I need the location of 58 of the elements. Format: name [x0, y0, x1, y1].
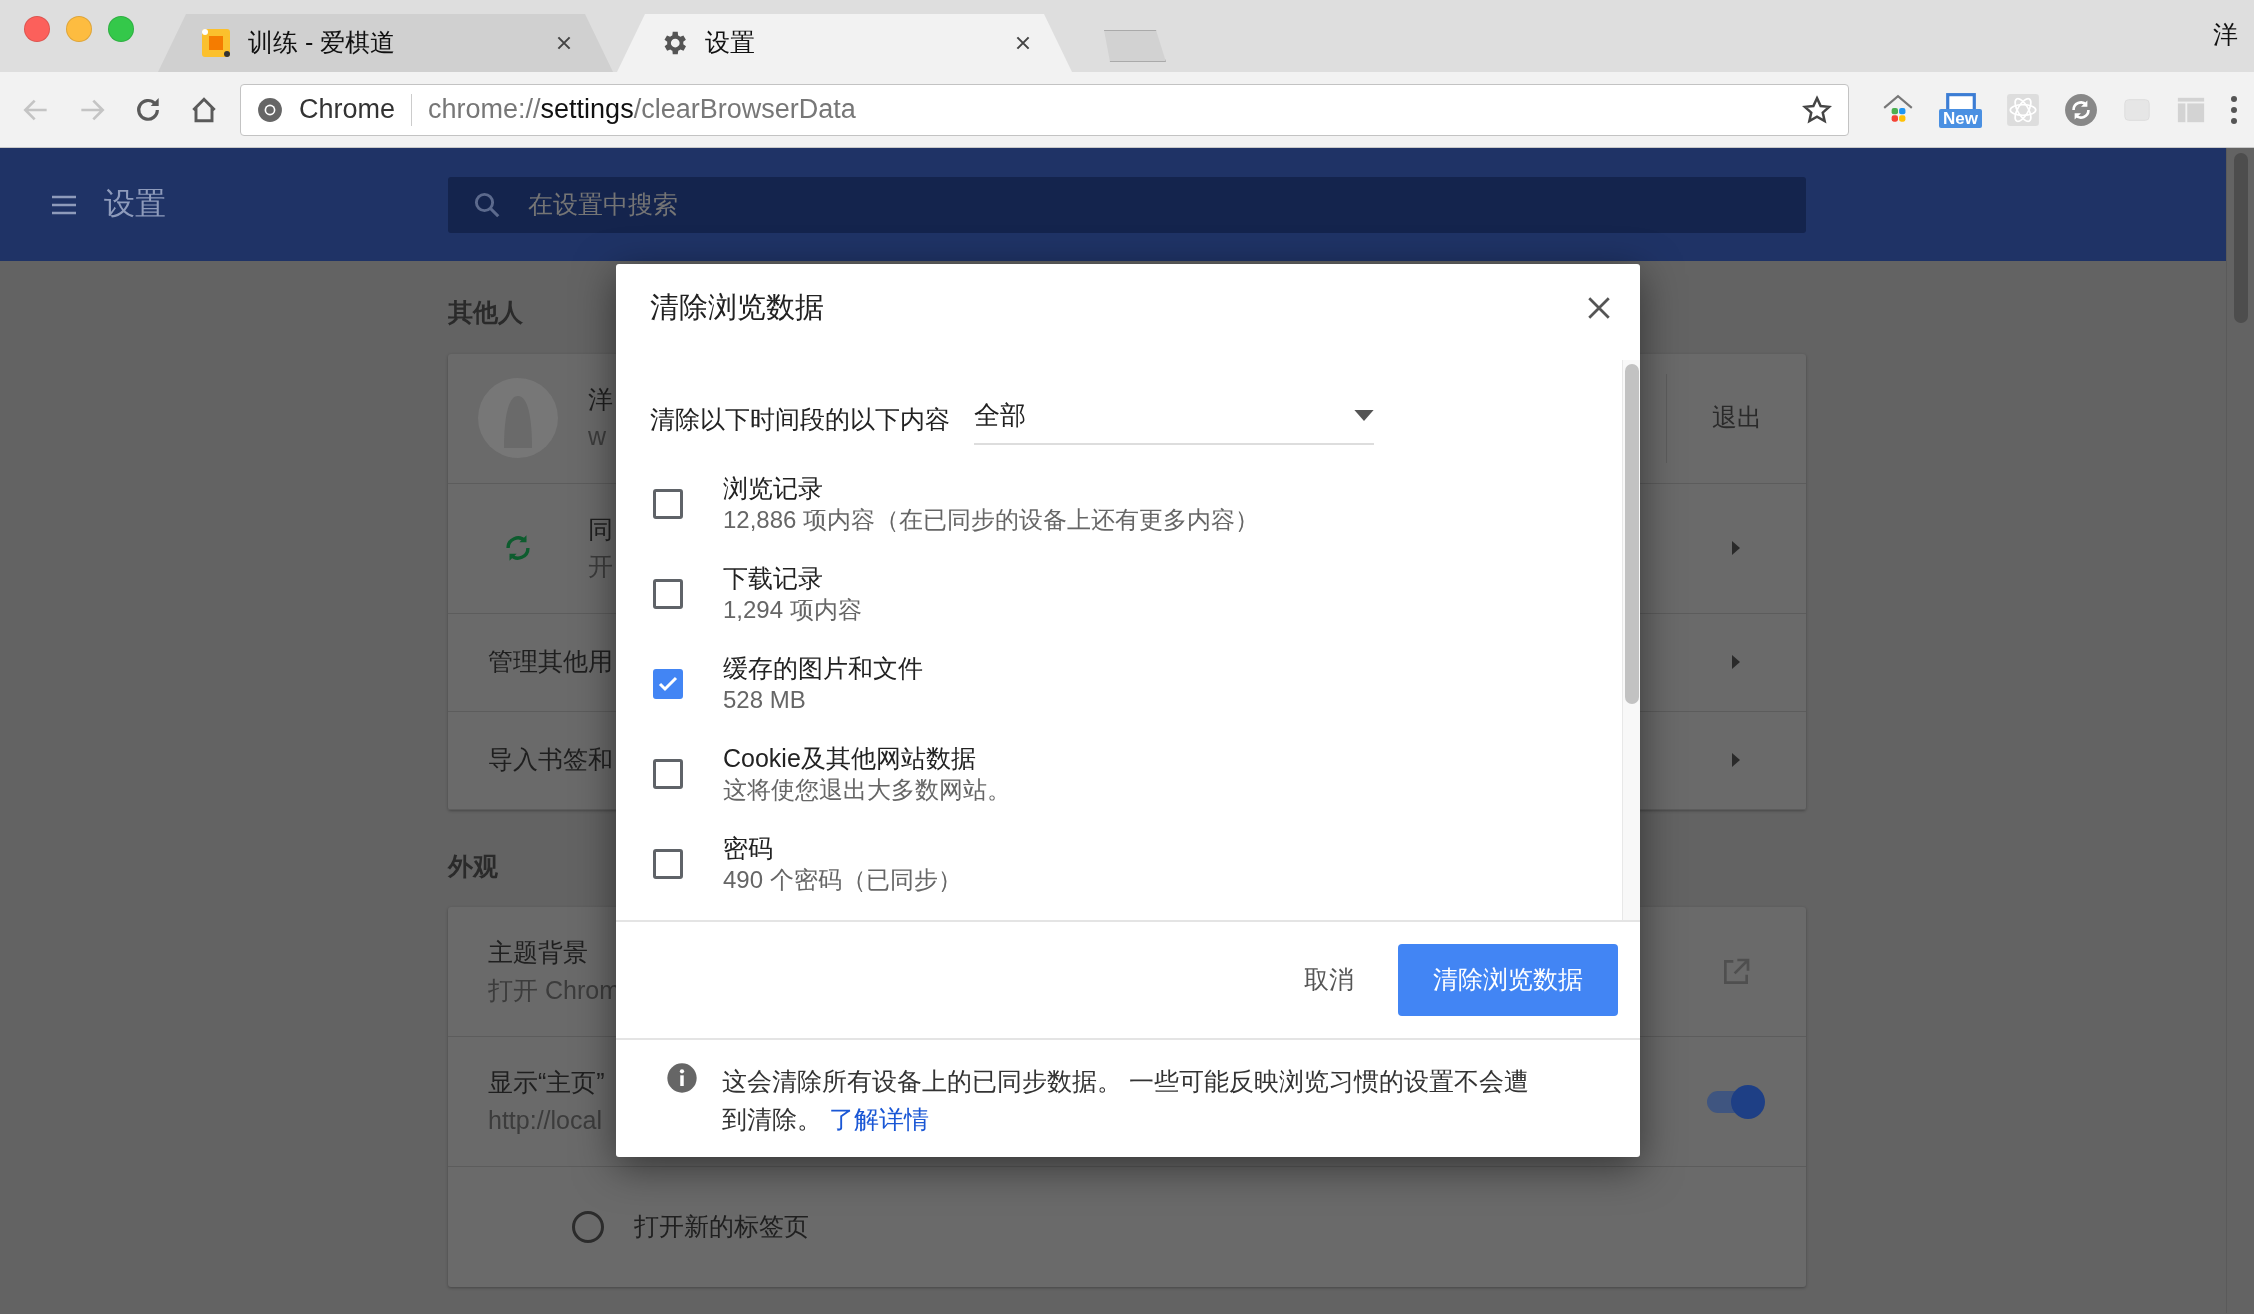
- item-detail: 1,294 项内容: [723, 595, 862, 626]
- setting-title: 主题背景: [488, 937, 589, 968]
- item-title: Cookie及其他网站数据: [723, 742, 977, 774]
- item-title: 浏览记录: [723, 472, 824, 504]
- search-field[interactable]: 在设置中搜索: [526, 184, 1782, 225]
- learn-more-link[interactable]: 了解详情: [828, 1105, 929, 1134]
- site-chip-label: Chrome: [299, 93, 396, 127]
- right-caret-icon[interactable]: [1731, 752, 1741, 768]
- checkbox[interactable]: [653, 848, 683, 879]
- address-bar[interactable]: Chrome chrome://settings/clearBrowserData: [240, 83, 1850, 136]
- item-detail: 490 个密码（已同步）: [723, 865, 962, 896]
- dialog-title: 清除浏览数据: [650, 290, 824, 325]
- browser-tab[interactable]: 设置: [617, 14, 1072, 72]
- window-minimize-button[interactable]: [66, 16, 92, 42]
- checkbox[interactable]: [653, 668, 683, 699]
- section-heading: 外观: [448, 851, 498, 880]
- setting-title: 洋: [588, 383, 613, 415]
- setting-title: 同: [588, 513, 613, 545]
- url-text: chrome://settings/clearBrowserData: [428, 93, 857, 127]
- window-close-button[interactable]: [24, 16, 50, 42]
- checkbox[interactable]: [653, 578, 683, 609]
- right-caret-icon[interactable]: [1731, 540, 1741, 556]
- checkbox[interactable]: [653, 488, 683, 519]
- window-zoom-button[interactable]: [108, 16, 134, 42]
- circle-logo-icon: [257, 96, 283, 123]
- tab-close-button[interactable]: [1014, 34, 1032, 52]
- toggle-switch[interactable]: [1707, 1084, 1765, 1119]
- item-detail: 12,886 项内容（在已同步的设备上还有更多内容）: [723, 505, 1260, 536]
- option-label: 打开新的标签页: [634, 1211, 809, 1243]
- range-label: 清除以下时间段的以下内容: [650, 404, 950, 436]
- setting-title: 导入书签和: [488, 744, 613, 776]
- notice-text: 这会清除所有设备上的已同步数据。 一些可能反映浏览习惯的设置不会遭到清除。 了解详情: [722, 1065, 1530, 1136]
- item-title: 下载记录: [723, 562, 824, 594]
- item-detail: 528 MB: [723, 685, 807, 716]
- radio-button[interactable]: [572, 1211, 604, 1243]
- item-title: 密码: [723, 832, 774, 864]
- item-title: 缓存的图片和文件: [723, 652, 923, 684]
- clear-data-button[interactable]: 清除浏览数据: [1398, 943, 1618, 1016]
- dialog-scrollbar[interactable]: [1622, 359, 1640, 920]
- info-icon: [666, 1061, 698, 1094]
- caret-icon: [1354, 409, 1374, 421]
- cancel-button[interactable]: 取消: [1284, 950, 1374, 1009]
- page-title: 设置: [104, 185, 166, 224]
- star-icon[interactable]: [1802, 94, 1833, 125]
- browser-tab[interactable]: 训练 - 爱棋道: [158, 14, 613, 72]
- profile-name[interactable]: 洋: [2213, 0, 2254, 54]
- checkbox[interactable]: [653, 758, 683, 789]
- tab-close-button[interactable]: [555, 34, 573, 52]
- section-heading: 其他人: [448, 298, 523, 326]
- item-detail: 这将使您退出大多数网站。: [723, 775, 1011, 806]
- setting-title: 显示“主页”: [488, 1067, 605, 1098]
- right-caret-icon[interactable]: [1731, 654, 1741, 670]
- more-menu-icon[interactable]: [2230, 93, 2238, 126]
- squares-icon: [200, 27, 232, 59]
- refresh-icon[interactable]: [2064, 92, 2098, 127]
- search-bar[interactable]: 在设置中搜索: [448, 176, 1806, 233]
- setting-title: 管理其他用: [488, 646, 613, 678]
- range-dropdown[interactable]: 全部: [974, 395, 1374, 445]
